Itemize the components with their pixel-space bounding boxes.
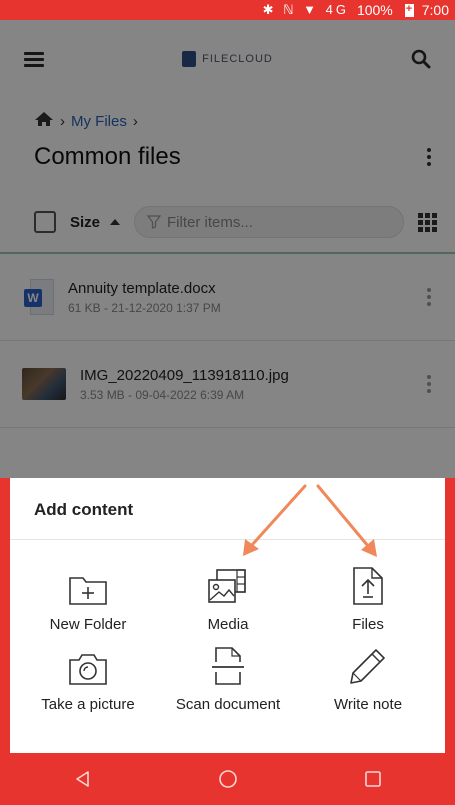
status-bar: ✱ ℕ ▼ 4G 100% 7:00 [0,0,455,20]
new-folder-button[interactable]: New Folder [18,564,158,633]
scan-document-button[interactable]: Scan document [158,644,298,713]
action-label: New Folder [49,616,127,633]
modal-scrim[interactable] [0,20,455,478]
system-nav-bar [10,753,445,805]
add-content-sheet: Add content New Folder Media Files Take … [10,478,445,753]
action-label: Take a picture [41,696,135,713]
media-button[interactable]: Media [158,564,298,633]
battery-icon [404,3,414,17]
action-label: Write note [333,696,403,713]
action-label: Files [352,616,384,633]
battery-percent: 100% [356,2,393,18]
frame-border-left [0,478,10,805]
back-icon[interactable] [63,759,103,799]
file-upload-icon [353,567,383,605]
write-note-button[interactable]: Write note [298,644,438,713]
sheet-divider [10,539,445,540]
home-button-icon[interactable] [208,759,248,799]
frame-border-right [445,478,455,805]
take-picture-button[interactable]: Take a picture [18,644,158,713]
camera-icon [69,654,107,685]
folder-plus-icon [69,577,107,605]
status-icons: ✱ ℕ ▼ 4G [262,2,349,17]
pencil-icon [350,649,385,684]
clock: 7:00 [421,2,449,18]
sheet-title: Add content [34,500,134,519]
action-label: Media [207,616,249,633]
files-button[interactable]: Files [298,564,438,633]
scan-icon [212,647,244,685]
recents-icon[interactable] [353,759,393,799]
action-label: Scan document [175,696,281,713]
media-icon [208,569,246,603]
